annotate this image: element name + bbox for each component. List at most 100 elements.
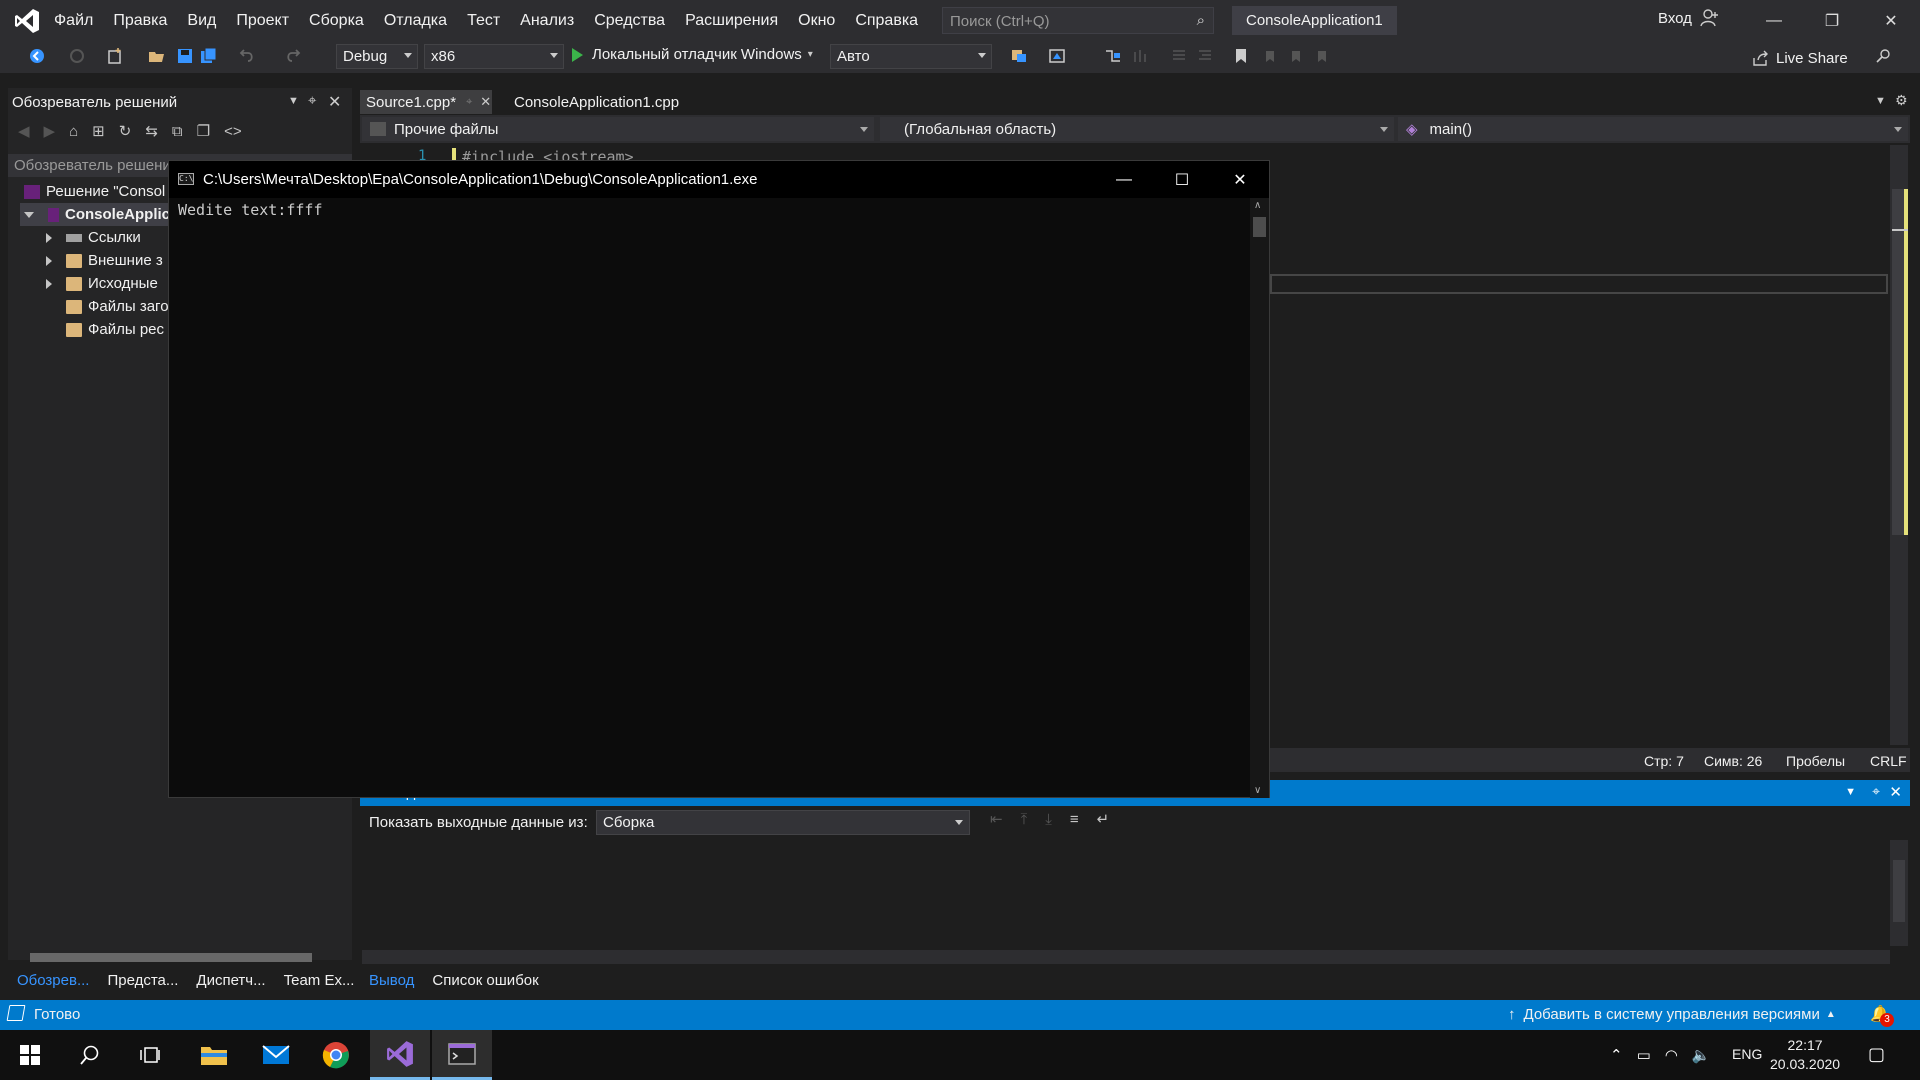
close-panel-icon[interactable]: ✕	[1889, 783, 1902, 801]
whitespace-mode[interactable]: Пробелы	[1786, 753, 1845, 769]
uncomment-icon[interactable]	[1196, 47, 1214, 65]
comment-icon[interactable]	[1170, 47, 1188, 65]
output-horizontal-scrollbar[interactable]	[362, 950, 1890, 964]
cursor-column[interactable]: Симв: 26	[1704, 753, 1762, 769]
clear-all-icon[interactable]: ≡	[1070, 812, 1079, 827]
tree-node-external[interactable]: Внешние з	[20, 249, 170, 272]
console-maximize-button[interactable]: ☐	[1153, 161, 1211, 198]
switch-views-icon[interactable]: ⊞	[92, 124, 105, 139]
input-language[interactable]: ENG	[1732, 1046, 1762, 1062]
console-output-text[interactable]: Wedite text:ffff	[178, 201, 323, 219]
global-scope-select[interactable]: (Глобальная область)	[880, 117, 1394, 141]
expanded-arrow-icon[interactable]	[24, 211, 34, 218]
step-icon[interactable]	[1104, 47, 1122, 65]
cursor-line[interactable]: Стр: 7	[1644, 753, 1684, 769]
save-all-icon[interactable]	[200, 47, 218, 65]
menu-window[interactable]: Окно	[788, 12, 845, 30]
notifications-button[interactable]: 🔔 3	[1870, 1004, 1894, 1027]
close-button[interactable]: ✕	[1862, 0, 1920, 41]
collapsed-arrow-icon[interactable]	[46, 255, 52, 266]
sync-icon[interactable]: ⇆	[145, 124, 158, 139]
visual-studio-taskbar[interactable]	[370, 1030, 430, 1080]
console-close-button[interactable]: ✕	[1211, 161, 1269, 198]
tree-node-project[interactable]: ConsoleApplic	[20, 203, 170, 226]
user-icon[interactable]	[1700, 8, 1720, 28]
line-endings[interactable]: CRLF	[1870, 753, 1907, 769]
start-button[interactable]	[0, 1030, 60, 1080]
wifi-icon[interactable]: ◠	[1665, 1046, 1678, 1064]
menu-file[interactable]: Файл	[44, 12, 103, 30]
configuration-select[interactable]: Debug	[336, 44, 418, 69]
show-hidden-icons-icon[interactable]: ⌃	[1610, 1046, 1623, 1064]
word-wrap-icon[interactable]: ↵	[1097, 812, 1110, 827]
volume-icon[interactable]: 🔈	[1692, 1046, 1711, 1064]
search-taskbar-button[interactable]	[60, 1030, 120, 1080]
pending-changes-icon[interactable]: ↻	[119, 124, 132, 139]
member-select[interactable]: ◈ main()	[1398, 117, 1908, 141]
home-icon[interactable]: ⌂	[69, 124, 78, 139]
start-debugging-button[interactable]: Локальный отладчик Windows ▾	[572, 46, 813, 63]
solution-horizontal-scrollbar[interactable]	[14, 950, 344, 964]
editor-vertical-scrollbar[interactable]	[1890, 145, 1908, 745]
forward-icon[interactable]: ▶	[44, 124, 56, 139]
tab-list-chevron-icon[interactable]: ▼	[1875, 95, 1886, 107]
pin-icon[interactable]: ⌖	[308, 92, 316, 109]
collapsed-arrow-icon[interactable]	[46, 232, 52, 243]
mail-taskbar[interactable]	[246, 1030, 306, 1080]
menu-edit[interactable]: Правка	[103, 12, 177, 30]
go-to-location-icon[interactable]: ⇤	[990, 812, 1003, 827]
browse-icon[interactable]	[1048, 47, 1066, 65]
tree-node-resource-files[interactable]: Файлы рес	[20, 318, 170, 341]
close-tab-icon[interactable]: ✕	[480, 94, 491, 110]
gear-icon[interactable]: ⚙	[1895, 92, 1908, 109]
scrollbar-thumb[interactable]	[30, 953, 312, 962]
tree-node-source-files[interactable]: Исходные	[20, 272, 170, 295]
chrome-taskbar[interactable]	[306, 1030, 366, 1080]
tab-class-view[interactable]: Предста...	[98, 970, 187, 992]
scroll-up-icon[interactable]: ∧	[1254, 200, 1261, 211]
add-to-source-control-button[interactable]: ↑ Добавить в систему управления версиями…	[1508, 1006, 1836, 1023]
next-message-icon[interactable]: ⤓	[1045, 812, 1052, 827]
tab-source1[interactable]: Source1.cpp* ⌖ ✕	[360, 90, 492, 114]
redo-icon[interactable]	[284, 47, 302, 65]
output-source-select[interactable]: Сборка	[596, 810, 970, 835]
save-icon[interactable]	[176, 47, 194, 65]
tab-solution-explorer[interactable]: Обозрев...	[8, 970, 99, 992]
search-input[interactable]: Поиск (Ctrl+Q) ⌕	[942, 7, 1214, 34]
back-icon[interactable]	[28, 47, 46, 65]
menu-project[interactable]: Проект	[226, 12, 299, 30]
system-clock[interactable]: 22:17 20.03.2020	[1770, 1036, 1840, 1074]
scrollbar-thumb[interactable]	[1893, 860, 1905, 922]
close-panel-icon[interactable]: ✕	[328, 92, 341, 112]
step-out-icon[interactable]	[1132, 47, 1150, 65]
menu-build[interactable]: Сборка	[299, 12, 374, 30]
previous-message-icon[interactable]: ⤒	[1021, 812, 1028, 827]
tab-error-list[interactable]: Список ошибок	[423, 970, 547, 992]
back-icon[interactable]: ◀	[18, 124, 30, 139]
tab-output[interactable]: Вывод	[360, 970, 424, 992]
project-scope-select[interactable]: Прочие файлы	[362, 117, 874, 141]
sign-in-link[interactable]: Вход	[1658, 10, 1692, 27]
pin-icon[interactable]: ⌖	[1872, 783, 1880, 800]
scroll-down-icon[interactable]: ∨	[1254, 785, 1261, 796]
menu-analyze[interactable]: Анализ	[510, 12, 584, 30]
tree-node-references[interactable]: Ссылки	[20, 226, 170, 249]
menu-debug[interactable]: Отладка	[374, 12, 457, 30]
console-window[interactable]: C:\ C:\Users\Мечта\Desktop\Ера\ConsoleAp…	[168, 160, 1270, 798]
minimize-button[interactable]: —	[1745, 0, 1803, 41]
battery-icon[interactable]: ▭	[1637, 1046, 1651, 1064]
tab-property-manager[interactable]: Диспетч...	[187, 970, 274, 992]
new-project-icon[interactable]	[106, 47, 124, 65]
console-titlebar[interactable]: C:\ C:\Users\Мечта\Desktop\Ера\ConsoleAp…	[169, 161, 1269, 198]
tab-consoleapplication1[interactable]: ConsoleApplication1.cpp	[508, 90, 685, 114]
chevron-down-icon[interactable]: ▼	[288, 95, 299, 107]
clear-bookmarks-icon[interactable]	[1312, 47, 1330, 65]
platform-select[interactable]: x86	[424, 44, 564, 69]
output-text-area[interactable]	[360, 840, 1890, 944]
restore-button[interactable]: ❐	[1803, 0, 1861, 41]
feedback-icon[interactable]	[1874, 47, 1892, 65]
collapse-all-icon[interactable]: ⧉	[172, 124, 183, 139]
console-minimize-button[interactable]: —	[1095, 161, 1153, 198]
action-center-icon[interactable]: ▢	[1868, 1044, 1885, 1065]
pin-icon[interactable]: ⌖	[466, 96, 472, 109]
